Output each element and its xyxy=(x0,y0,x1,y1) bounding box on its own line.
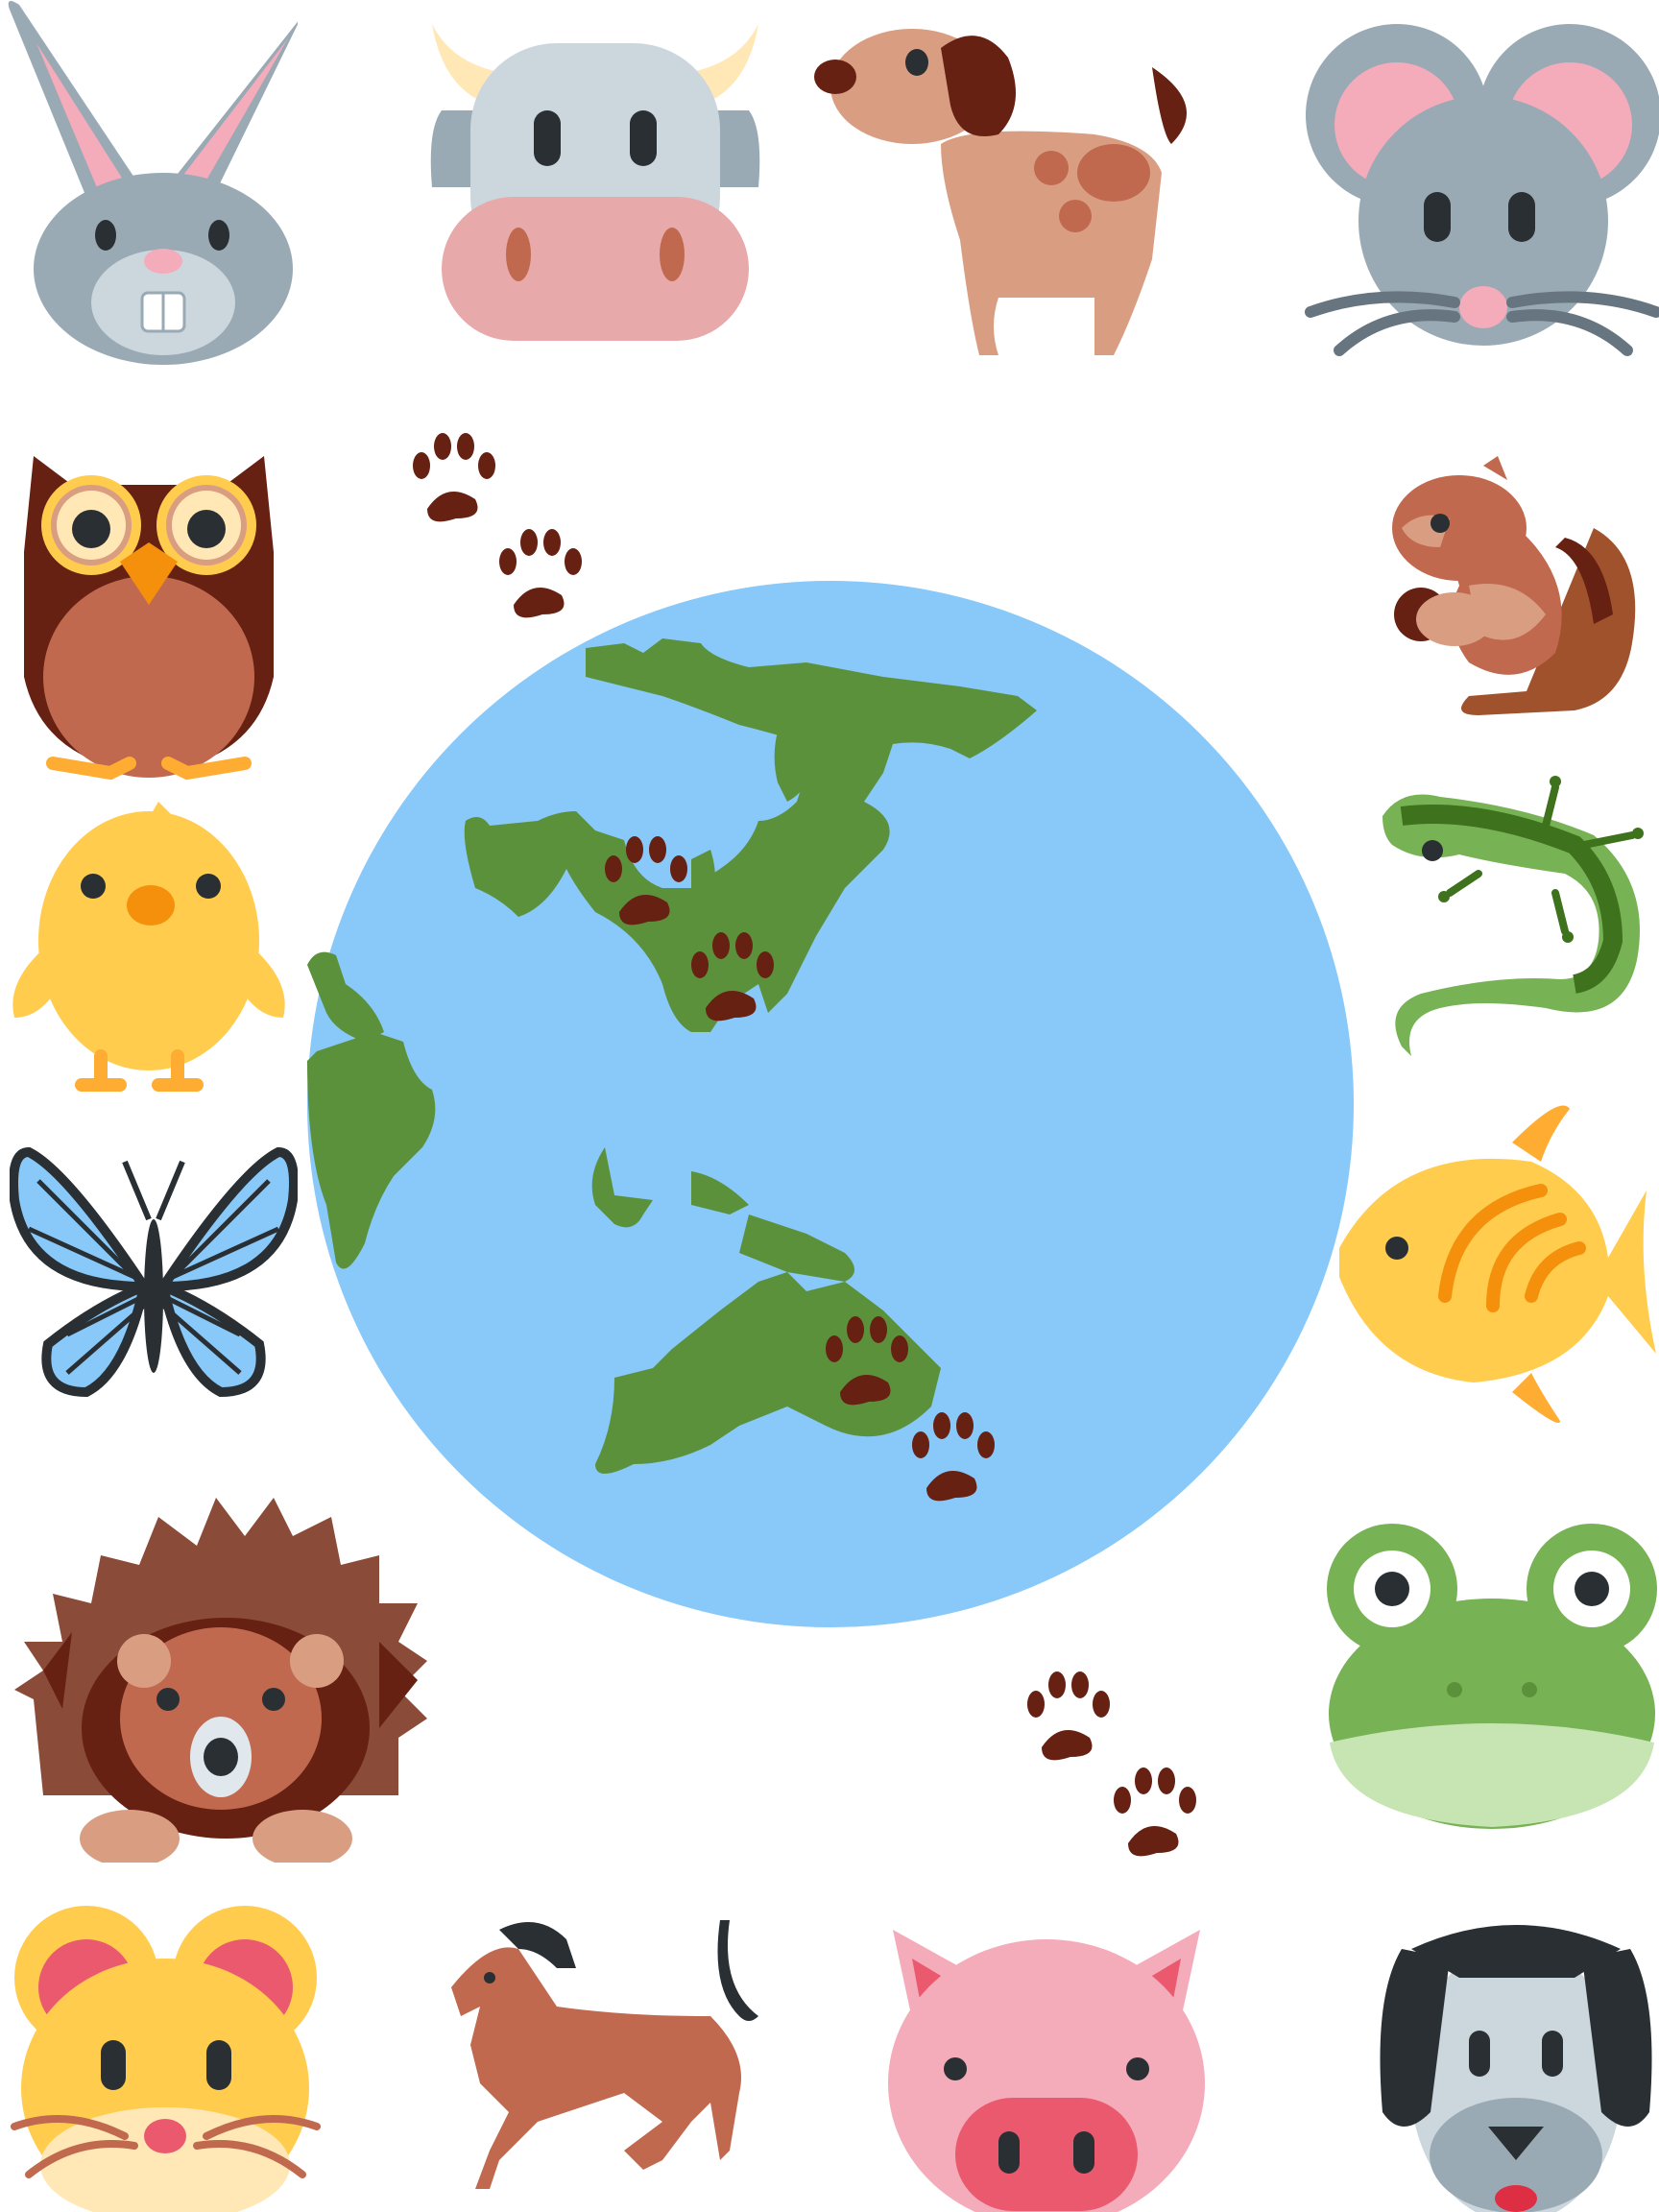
pig-face-icon xyxy=(883,1920,1210,2212)
paw-prints-icon xyxy=(1022,1651,1214,1863)
chipmunk-icon xyxy=(1382,451,1647,720)
owl-icon xyxy=(14,437,283,792)
cow-face-icon xyxy=(422,14,768,350)
horse-icon xyxy=(432,1911,768,2212)
lizard-icon xyxy=(1382,768,1659,1056)
hamster-face-icon xyxy=(10,1896,322,2212)
paw-prints-icon xyxy=(821,1296,1013,1507)
dog-face-icon xyxy=(1373,1920,1659,2212)
dog-icon xyxy=(806,10,1200,365)
paw-prints-icon xyxy=(600,816,792,1027)
baby-chick-icon xyxy=(5,797,293,1104)
frog-face-icon xyxy=(1325,1522,1659,1829)
butterfly-icon xyxy=(10,1142,298,1402)
paw-prints-icon xyxy=(408,413,600,624)
mouse-face-icon xyxy=(1301,19,1659,365)
rabbit-face-icon xyxy=(0,0,298,365)
tropical-fish-icon xyxy=(1320,1104,1659,1431)
